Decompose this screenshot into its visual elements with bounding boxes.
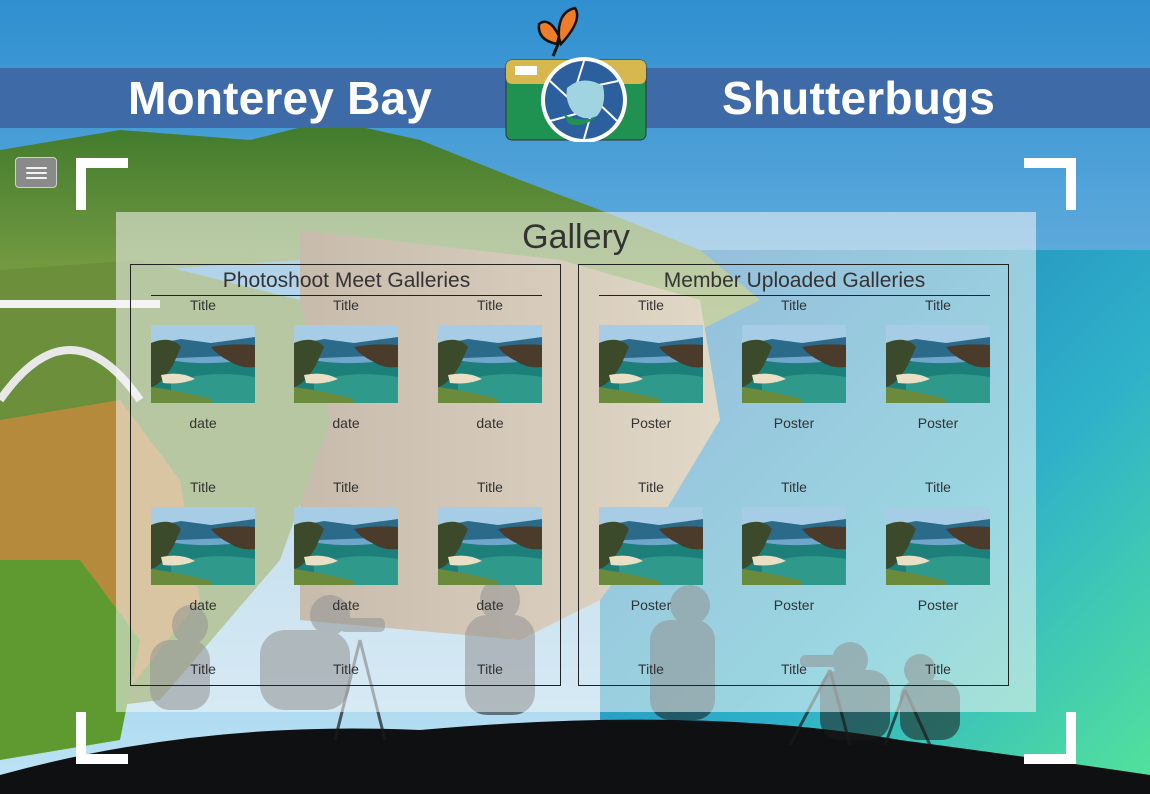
gallery-item-caption: date [332, 415, 360, 431]
gallery-title: Gallery [522, 218, 630, 256]
gallery-item-caption: date [189, 597, 217, 613]
gallery-item-title[interactable]: Title [438, 661, 542, 677]
gallery-item-caption: Poster [630, 597, 672, 613]
member-uploaded-galleries-section: Member Uploaded Galleries Title Poster Ti… [578, 264, 1009, 686]
gallery-item-caption: date [476, 597, 504, 613]
gallery-item-caption: Poster [630, 415, 672, 431]
hamburger-menu-icon [26, 172, 47, 174]
gallery-thumbnail-image[interactable] [151, 325, 255, 403]
gallery-item-title[interactable]: Title [742, 661, 846, 677]
gallery-item-title[interactable]: Title [151, 479, 255, 495]
gallery-item-title[interactable]: Title [294, 479, 398, 495]
gallery-thumbnail-image[interactable] [438, 507, 542, 585]
gallery-item-caption: date [476, 415, 504, 431]
gallery-item-title[interactable]: Title [151, 297, 255, 313]
gallery-item-caption: date [332, 597, 360, 613]
gallery-item-title[interactable]: Title [294, 297, 398, 313]
gallery-item-title[interactable]: Title [151, 661, 255, 677]
section-heading: Photoshoot Meet Galleries [151, 269, 542, 296]
menu-toggle-button[interactable] [15, 157, 57, 188]
gallery-item-title[interactable]: Title [599, 297, 703, 313]
gallery-item-title[interactable]: Title [438, 297, 542, 313]
gallery-thumbnail-image[interactable] [294, 325, 398, 403]
viewfinder-corner-top-right [1024, 158, 1076, 210]
gallery-item-title[interactable]: Title [599, 661, 703, 677]
gallery-item-caption: date [189, 415, 217, 431]
hamburger-menu-icon [26, 177, 47, 179]
gallery-item-caption: Poster [773, 597, 815, 613]
gallery-thumbnail-image[interactable] [294, 507, 398, 585]
camera-butterfly-logo-icon[interactable] [503, 4, 649, 142]
gallery-thumbnail-image[interactable] [151, 507, 255, 585]
gallery-item-caption: Poster [917, 415, 959, 431]
gallery-item-title[interactable]: Title [438, 479, 542, 495]
site-title-right: Shutterbugs [722, 72, 996, 124]
gallery-thumbnail-image[interactable] [599, 507, 703, 585]
gallery-panel: Gallery Photoshoot Meet Galleries Title … [116, 212, 1036, 712]
gallery-item-title[interactable]: Title [886, 479, 990, 495]
viewfinder-corner-top-left [76, 158, 128, 210]
gallery-item-title[interactable]: Title [294, 661, 398, 677]
viewfinder-corner-bottom-right [1024, 712, 1076, 764]
gallery-item-caption: Poster [917, 597, 959, 613]
gallery-thumbnail-image[interactable] [599, 325, 703, 403]
section-heading: Member Uploaded Galleries [599, 269, 990, 296]
gallery-item-title[interactable]: Title [742, 479, 846, 495]
gallery-item-title[interactable]: Title [742, 297, 846, 313]
viewfinder-corner-bottom-left [76, 712, 128, 764]
gallery-thumbnail-image[interactable] [438, 325, 542, 403]
gallery-item-caption: Poster [773, 415, 815, 431]
gallery-thumbnail-image[interactable] [742, 325, 846, 403]
gallery-item-title[interactable]: Title [886, 661, 990, 677]
gallery-thumbnail-image[interactable] [886, 507, 990, 585]
gallery-item-title[interactable]: Title [599, 479, 703, 495]
photoshoot-meet-galleries-section: Photoshoot Meet Galleries Title date Titl… [130, 264, 561, 686]
site-title-left: Monterey Bay [128, 72, 433, 124]
hamburger-menu-icon [26, 167, 47, 169]
gallery-thumbnail-image[interactable] [886, 325, 990, 403]
gallery-item-title[interactable]: Title [886, 297, 990, 313]
gallery-thumbnail-image[interactable] [742, 507, 846, 585]
